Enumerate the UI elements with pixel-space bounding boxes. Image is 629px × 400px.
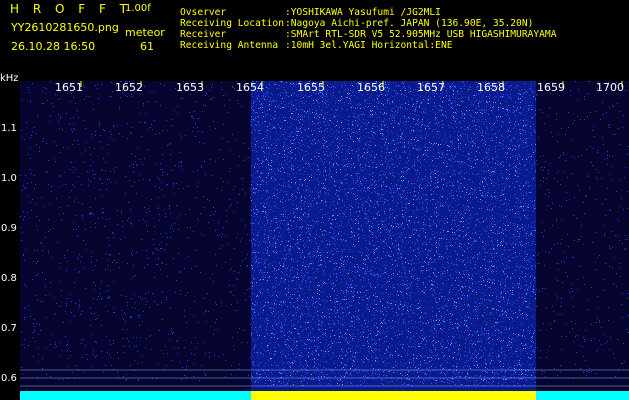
timestamp-label: 26.10.28 16:50 (11, 40, 96, 53)
time-tick-label: 1659 (537, 81, 565, 94)
freq-tick-label: 0.7 (1, 323, 17, 334)
time-tick-label: 1700 (596, 81, 624, 94)
antenna-value: :10mH 3el.YAGI Horizontal:ENE (285, 40, 453, 51)
meteor-label: meteor (125, 26, 165, 39)
observer-value: :YOSHIKAWA Yasufumi /JG2MLI (285, 7, 441, 18)
freq-tick-label: 0.9 (1, 223, 17, 234)
freq-tick-label: 0.6 (1, 373, 17, 384)
meteor-count: 61 (140, 40, 154, 53)
observer-label: Ovserver (180, 7, 227, 18)
time-tick-label: 1653 (176, 81, 204, 94)
time-tick-label: 1655 (297, 81, 325, 94)
receiver-label: Receiver (180, 29, 227, 40)
freq-tick-label: 1.0 (1, 173, 17, 184)
time-tick-label: 1656 (357, 81, 385, 94)
antenna-label: Receiving Antenna (180, 40, 279, 51)
y-unit-label: kHz (0, 73, 19, 84)
receiver-value: :SMArt RTL-SDR V5 52.905MHz USB HIGASHIM… (285, 29, 557, 40)
location-label: Receiving Location (180, 18, 284, 29)
spectrogram (20, 81, 629, 400)
app-logo: H R O F F T (10, 2, 133, 16)
time-tick-label: 1652 (115, 81, 143, 94)
time-tick-label: 1651 (55, 81, 83, 94)
location-value: :Nagoya Aichi-pref. JAPAN (136.90E, 35.2… (285, 18, 534, 29)
filename-label: YY2610281650.png (11, 21, 119, 34)
version-label: 1.00f (125, 3, 151, 14)
time-tick-label: 1658 (477, 81, 505, 94)
freq-tick-label: 1.1 (1, 123, 17, 134)
time-tick-label: 1654 (236, 81, 264, 94)
burst-region (251, 81, 536, 400)
burst-baseline (251, 391, 536, 400)
freq-tick-label: 0.8 (1, 273, 17, 284)
time-tick-label: 1657 (417, 81, 445, 94)
